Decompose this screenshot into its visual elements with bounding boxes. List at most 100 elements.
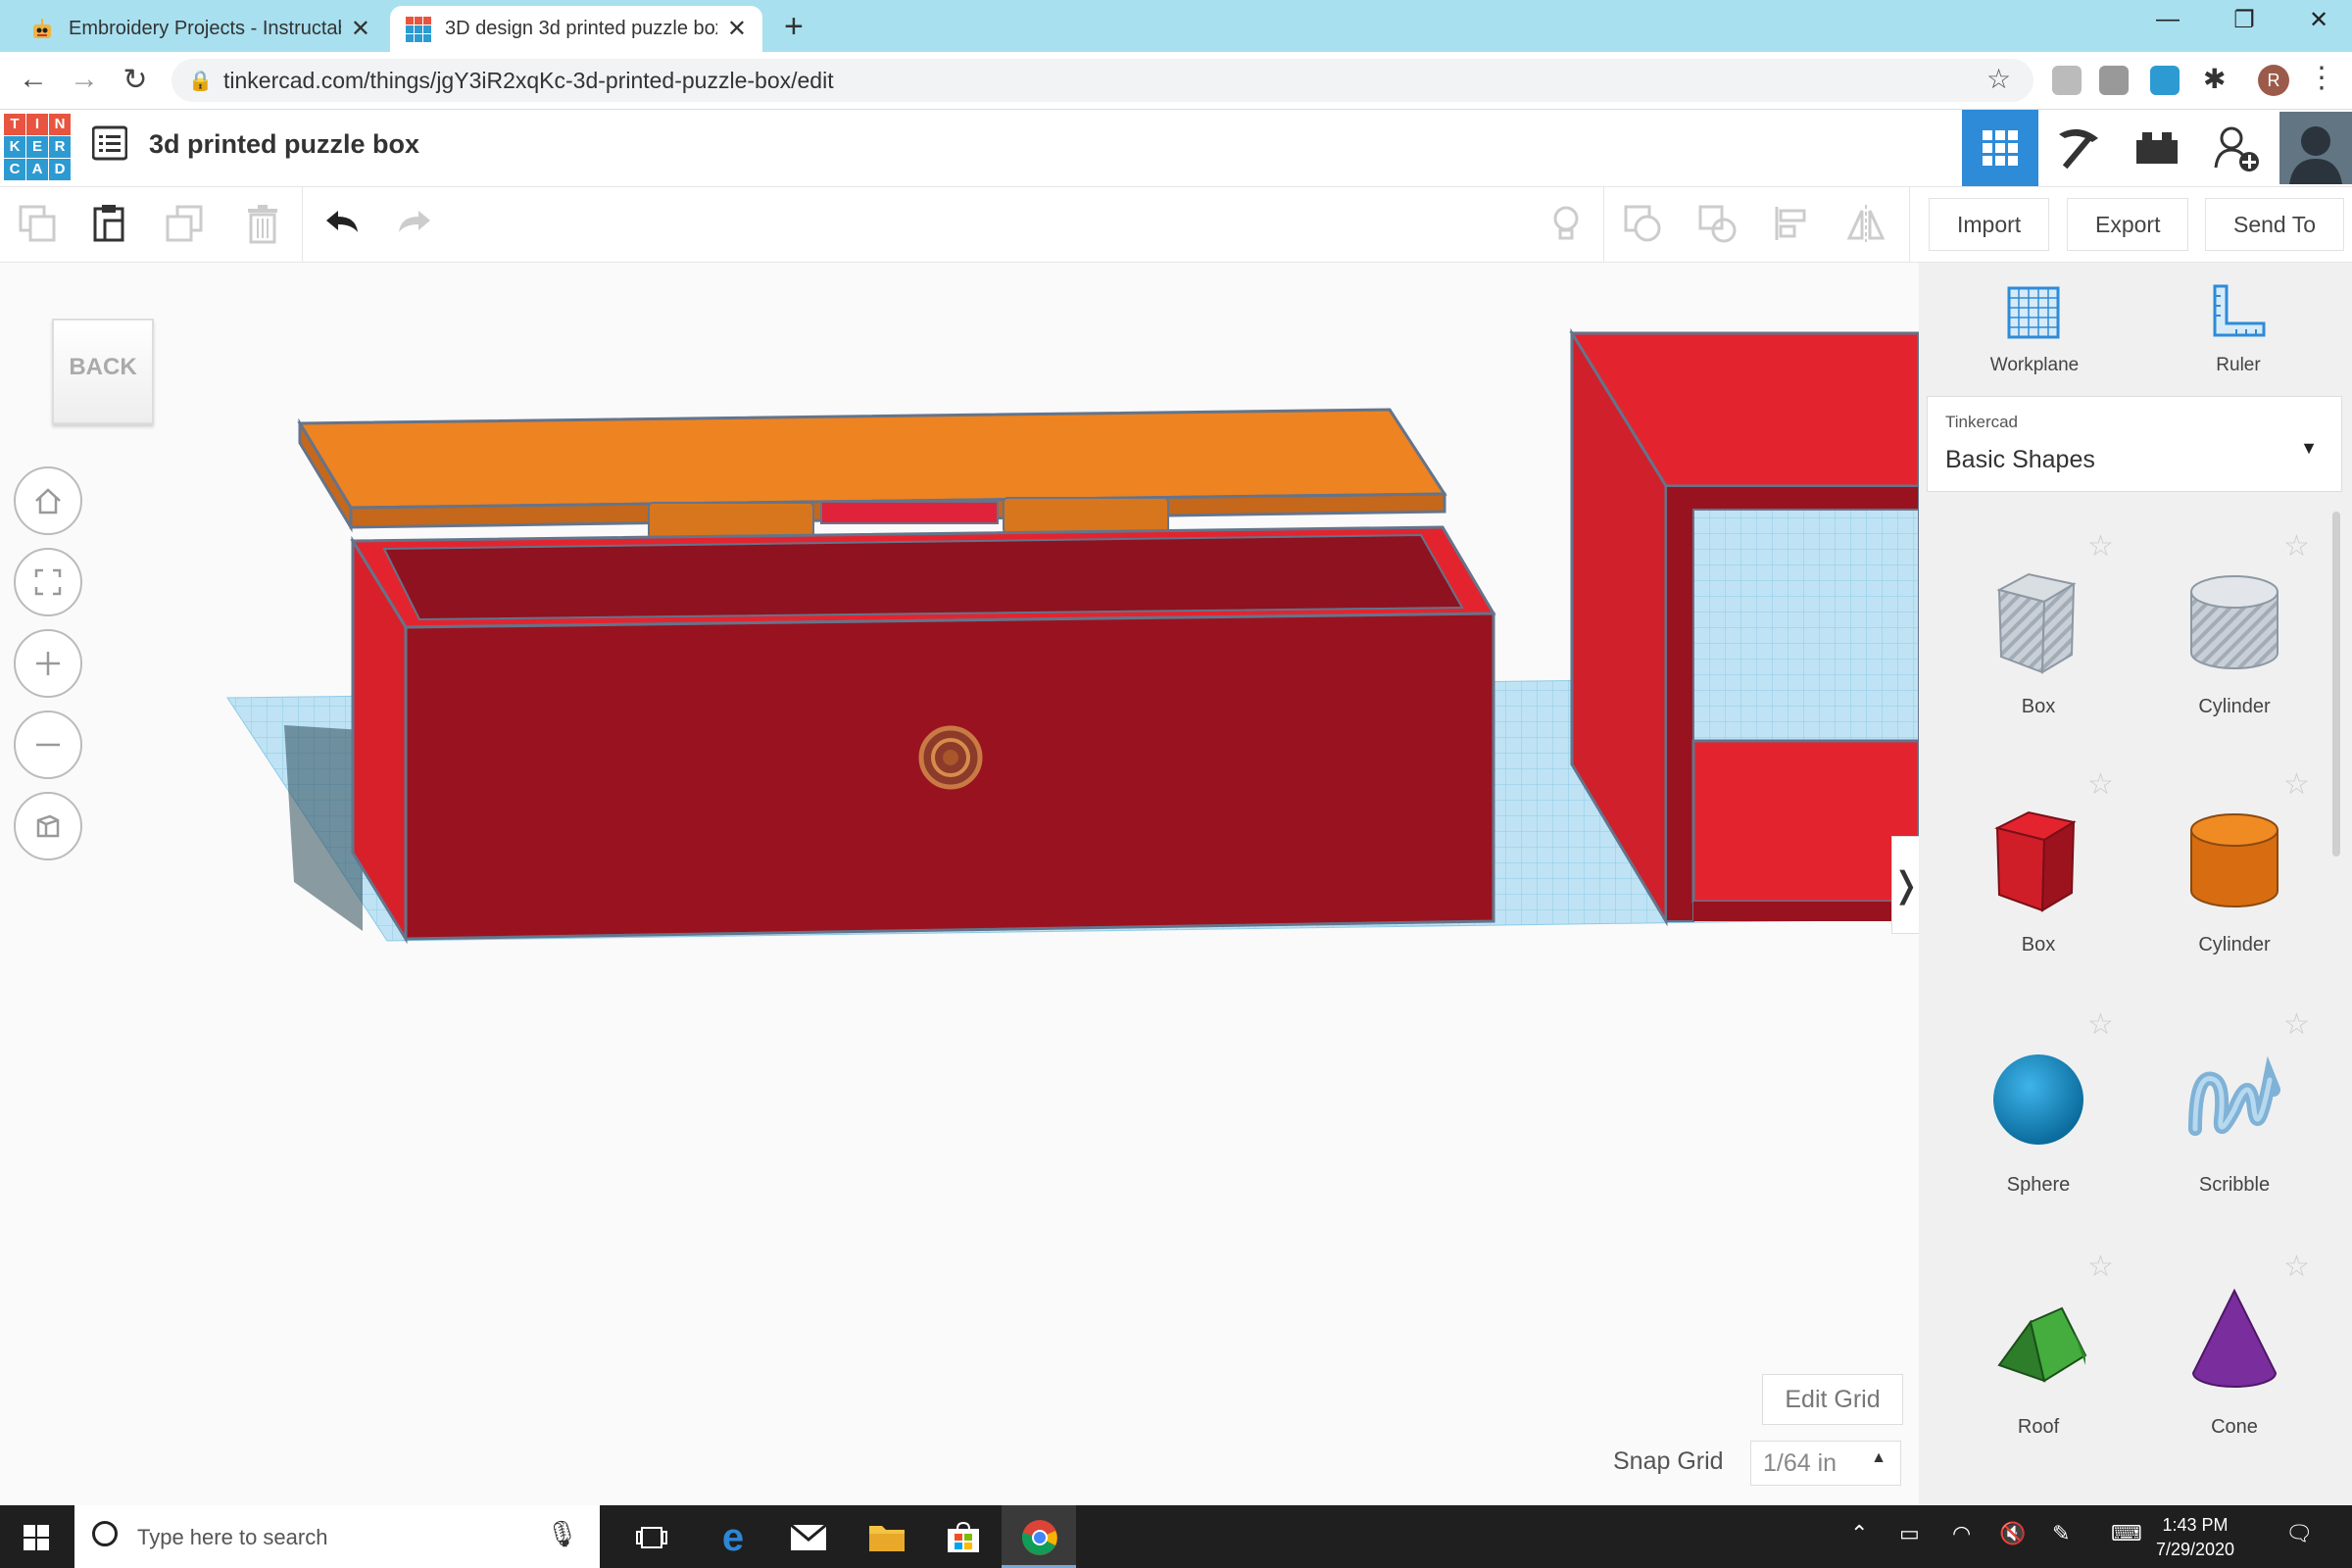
shape-tile[interactable]: Cylinder ☆ bbox=[2136, 529, 2332, 725]
zoom-out-button[interactable] bbox=[14, 710, 82, 779]
restore-icon[interactable]: ❐ bbox=[2225, 6, 2264, 34]
ungroup-button[interactable] bbox=[1690, 196, 1744, 251]
import-button[interactable]: Import bbox=[1929, 198, 2050, 251]
back-arrow-icon[interactable]: ← bbox=[12, 63, 55, 96]
favorite-star-icon[interactable]: ☆ bbox=[2283, 1007, 2310, 1042]
copy-button[interactable] bbox=[10, 196, 65, 251]
notifications-icon[interactable]: 🗨 bbox=[2285, 1521, 2313, 1546]
invite-user-button[interactable] bbox=[2199, 110, 2276, 186]
tray-chevron-up-icon[interactable]: ⌃ bbox=[1850, 1521, 1868, 1546]
shape-tile[interactable]: Box ☆ bbox=[1940, 767, 2136, 963]
close-window-icon[interactable]: ✕ bbox=[2299, 6, 2338, 34]
send-to-button[interactable]: Send To bbox=[2205, 198, 2344, 251]
close-tab-icon[interactable]: ✕ bbox=[727, 15, 747, 43]
favorite-star-icon[interactable]: ☆ bbox=[2283, 529, 2310, 564]
windows-start-icon[interactable] bbox=[24, 1525, 49, 1550]
paste-button[interactable] bbox=[82, 196, 137, 251]
microphone-icon[interactable]: 🎙 bbox=[546, 1519, 578, 1549]
mirror-icon bbox=[1846, 205, 1886, 242]
snap-grid-select[interactable]: 1/64 in ▲ bbox=[1750, 1441, 1901, 1486]
scene-canvas[interactable] bbox=[0, 263, 1919, 1505]
bookmark-star-icon[interactable]: ☆ bbox=[1986, 63, 2011, 95]
extension-icon[interactable] bbox=[2150, 66, 2180, 95]
home-view-button[interactable] bbox=[14, 466, 82, 535]
tinkercad-logo[interactable]: TIN KER CAD bbox=[4, 114, 71, 180]
fit-view-button[interactable] bbox=[14, 548, 82, 616]
design-list-icon[interactable] bbox=[92, 125, 127, 161]
favorite-star-icon[interactable]: ☆ bbox=[2283, 1250, 2310, 1284]
store-icon[interactable] bbox=[941, 1515, 986, 1560]
task-view-icon[interactable] bbox=[629, 1515, 674, 1560]
bricks-button[interactable] bbox=[2119, 110, 2195, 186]
taskbar-search[interactable]: Type here to search 🎙 bbox=[74, 1505, 600, 1568]
edit-grid-button[interactable]: Edit Grid bbox=[1762, 1374, 1903, 1425]
favorite-star-icon[interactable]: ☆ bbox=[2087, 529, 2114, 564]
browser-tab-tinkercad[interactable]: 3D design 3d printed puzzle box | Tinker… bbox=[390, 6, 762, 52]
battery-icon[interactable]: ▭ bbox=[1899, 1521, 1920, 1546]
lock-icon[interactable]: 🔒 bbox=[188, 69, 213, 93]
shape-tile[interactable]: Roof ☆ bbox=[1940, 1250, 2136, 1446]
shape-tile[interactable]: Sphere ☆ bbox=[1940, 1007, 2136, 1203]
mirror-button[interactable] bbox=[1838, 196, 1893, 251]
redo-button[interactable] bbox=[388, 196, 443, 251]
shape-label: Cylinder bbox=[2198, 934, 2271, 956]
extension-icon[interactable] bbox=[2099, 66, 2129, 95]
workplane-tool[interactable]: Workplane bbox=[1956, 274, 2113, 382]
edge-icon[interactable]: e bbox=[710, 1515, 756, 1560]
delete-button[interactable] bbox=[235, 196, 290, 251]
duplicate-button[interactable] bbox=[157, 196, 212, 251]
user-avatar[interactable] bbox=[2279, 112, 2352, 184]
frame-shape[interactable] bbox=[1569, 327, 1919, 927]
mail-icon[interactable] bbox=[786, 1515, 831, 1560]
taskbar-clock[interactable]: 1:43 PM 7/29/2020 bbox=[2148, 1513, 2242, 1562]
undo-button[interactable] bbox=[314, 196, 368, 251]
3d-workspace[interactable] bbox=[0, 263, 1919, 1505]
browser-tab-instructables[interactable]: Embroidery Projects - Instructables ✕ bbox=[14, 6, 386, 52]
volume-muted-icon[interactable]: 🔇 bbox=[1999, 1521, 2026, 1546]
undo-icon bbox=[326, 211, 358, 232]
logo-letter: D bbox=[49, 159, 71, 180]
zoom-in-button[interactable] bbox=[14, 629, 82, 698]
keyboard-icon[interactable]: ⌨ bbox=[2111, 1521, 2142, 1546]
close-tab-icon[interactable]: ✕ bbox=[351, 15, 370, 43]
extension-icon[interactable] bbox=[2052, 66, 2082, 95]
box-body-shape[interactable] bbox=[350, 525, 1496, 945]
new-tab-icon[interactable]: + bbox=[784, 8, 804, 46]
shape-tile[interactable]: Cone ☆ bbox=[2136, 1250, 2332, 1446]
projection-toggle-button[interactable] bbox=[14, 792, 82, 860]
url-text[interactable]: tinkercad.com/things/jgY3iR2xqKc-3d-prin… bbox=[223, 68, 834, 94]
notes-button[interactable] bbox=[1539, 196, 1593, 251]
puzzle-extensions-icon[interactable]: ✱ bbox=[2203, 63, 2226, 95]
panel-scrollbar[interactable] bbox=[2332, 512, 2340, 857]
group-button[interactable] bbox=[1615, 196, 1670, 251]
ruler-tool[interactable]: Ruler bbox=[2160, 274, 2317, 382]
export-button[interactable]: Export bbox=[2067, 198, 2189, 251]
minimize-icon[interactable]: — bbox=[2148, 6, 2187, 33]
instructables-robot-icon bbox=[33, 18, 51, 38]
favorite-star-icon[interactable]: ☆ bbox=[2087, 1250, 2114, 1284]
favorite-star-icon[interactable]: ☆ bbox=[2087, 767, 2114, 802]
profile-avatar[interactable]: R bbox=[2258, 65, 2289, 96]
align-button[interactable] bbox=[1764, 196, 1819, 251]
shape-library-dropdown[interactable]: Tinkercad Basic Shapes ▼ bbox=[1927, 396, 2342, 492]
file-explorer-icon[interactable] bbox=[864, 1515, 909, 1560]
toolbar-divider bbox=[1909, 187, 1910, 262]
3d-view-button[interactable] bbox=[1962, 110, 2038, 186]
shape-tile[interactable]: Cylinder ☆ bbox=[2136, 767, 2332, 963]
pen-icon[interactable]: ✎ bbox=[2052, 1521, 2070, 1546]
pickaxe-icon bbox=[2059, 128, 2098, 170]
design-title[interactable]: 3d printed puzzle box bbox=[149, 129, 419, 160]
tinkercad-favicon-icon bbox=[406, 16, 431, 42]
blocks-button[interactable] bbox=[2040, 110, 2117, 186]
view-cube[interactable]: BACK bbox=[52, 318, 154, 424]
chrome-icon[interactable] bbox=[1017, 1515, 1062, 1560]
shape-tile[interactable]: Scribble ☆ bbox=[2136, 1007, 2332, 1203]
favorite-star-icon[interactable]: ☆ bbox=[2283, 767, 2310, 802]
collapse-panel-button[interactable]: ❭ bbox=[1891, 836, 1921, 934]
wifi-icon[interactable]: ◠ bbox=[1952, 1521, 1971, 1546]
shape-tile[interactable]: Box ☆ bbox=[1940, 529, 2136, 725]
reload-icon[interactable]: ↻ bbox=[114, 63, 157, 97]
kebab-menu-icon[interactable]: ⋮ bbox=[2307, 61, 2336, 95]
favorite-star-icon[interactable]: ☆ bbox=[2087, 1007, 2114, 1042]
forward-arrow-icon[interactable]: → bbox=[63, 63, 106, 96]
